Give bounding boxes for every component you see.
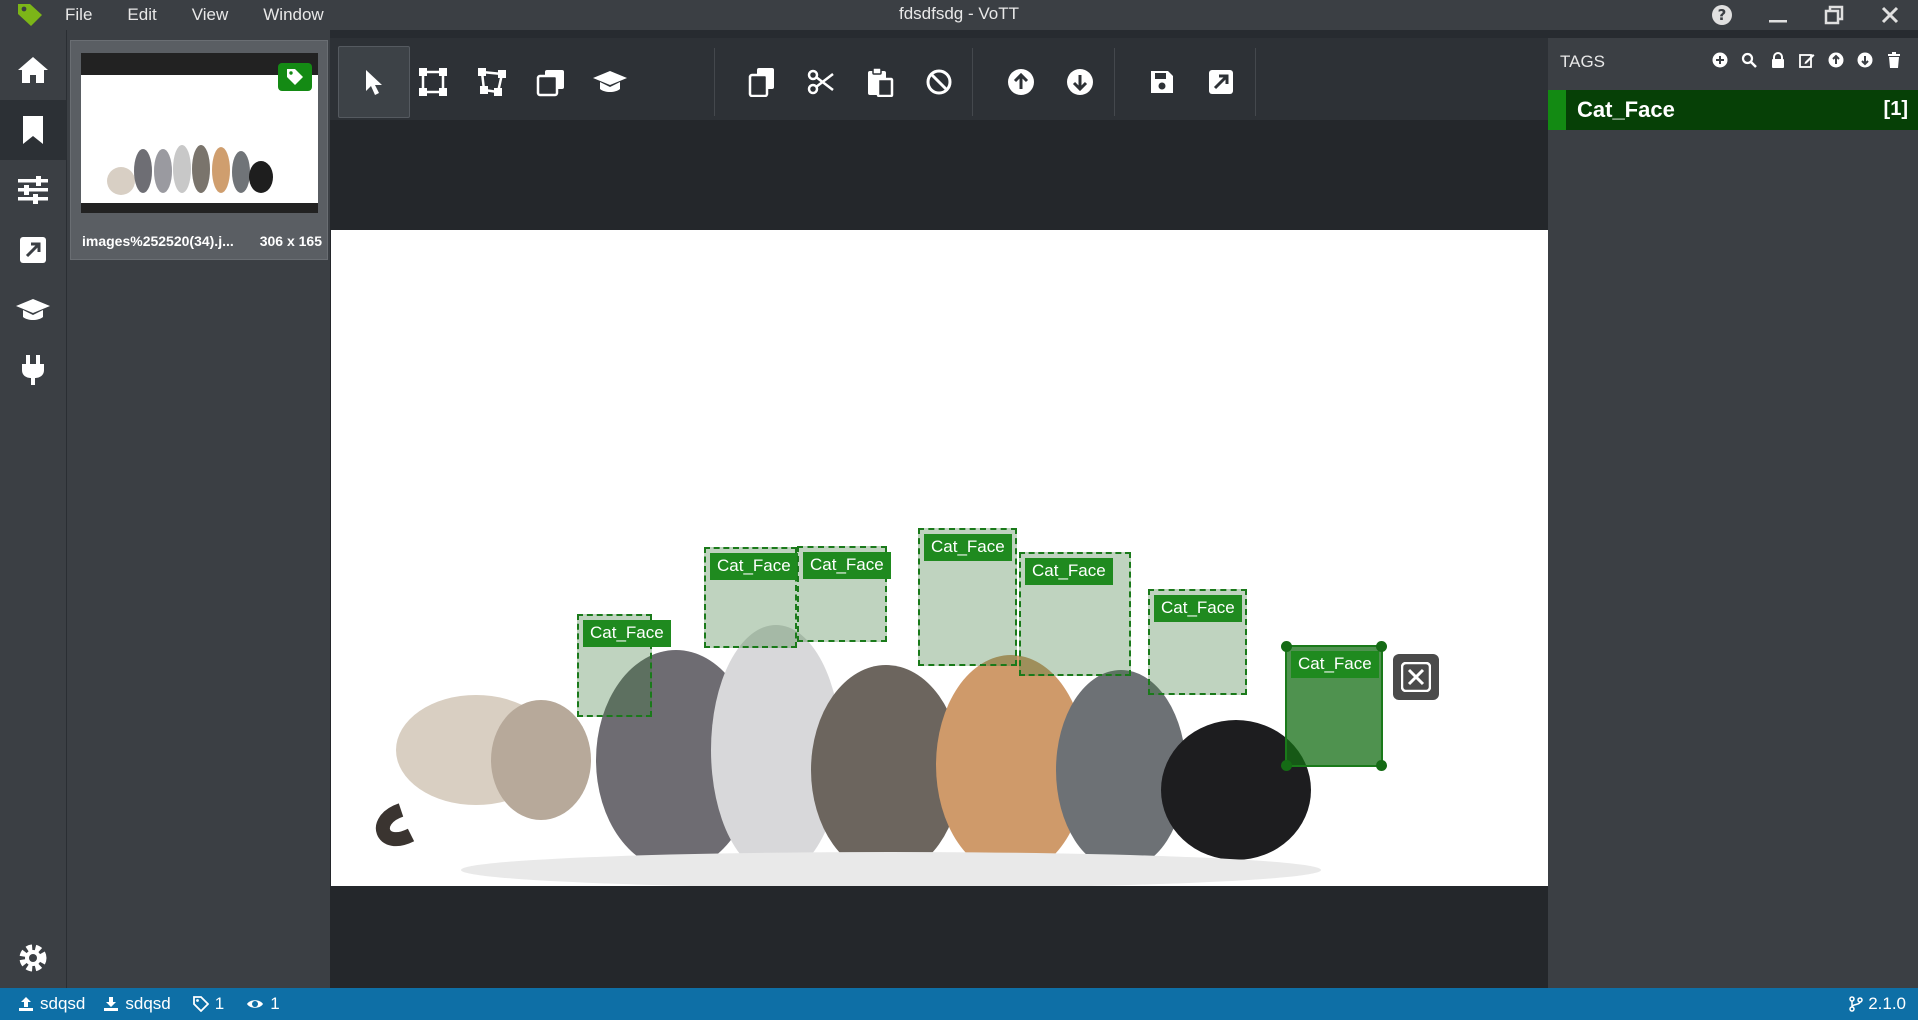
search-icon[interactable] [1734, 52, 1763, 68]
pointer-icon [366, 70, 382, 95]
lock-icon[interactable] [1763, 52, 1792, 68]
asset-thumbnail-image [81, 53, 318, 213]
close-icon [1401, 662, 1431, 692]
target-connection: sdqsd [103, 994, 171, 1014]
region-tag-label: Cat_Face [924, 534, 1012, 561]
svg-text:?: ? [1718, 6, 1727, 24]
next-asset-button[interactable] [1044, 46, 1116, 118]
tagged-badge [278, 63, 312, 91]
tag-icon [287, 69, 303, 85]
region-box[interactable]: Cat_Face [577, 614, 671, 717]
image-canvas[interactable]: Cat_Face Cat_Face Cat_Face Cat_Face Cat_… [331, 230, 1548, 886]
region-tag-label: Cat_Face [583, 620, 671, 647]
previous-asset-icon [1008, 69, 1034, 95]
region-tag-label: Cat_Face [803, 552, 891, 579]
tag-item[interactable]: Cat_Face [1] [1548, 90, 1918, 130]
save-icon [1151, 71, 1173, 93]
menu-bar: File Edit View Window [65, 0, 359, 30]
minimize-button[interactable] [1750, 0, 1806, 30]
delete-icon[interactable] [1879, 52, 1908, 68]
asset-caption: images%252520(34).j... 306 x 165 [82, 233, 322, 249]
source-connection: sdqsd [18, 994, 85, 1014]
export-icon [1209, 70, 1233, 94]
resize-handle[interactable] [1376, 641, 1387, 652]
export-project-button[interactable] [1185, 46, 1257, 118]
move-down-icon[interactable] [1850, 52, 1879, 68]
region-tag-label: Cat_Face [1291, 651, 1379, 678]
clear-icon [926, 69, 952, 95]
close-window-button[interactable] [1862, 0, 1918, 30]
region-box-selected[interactable]: Cat_Face [1281, 641, 1387, 771]
upload-icon [19, 997, 33, 1011]
region-tag-label: Cat_Face [1025, 558, 1113, 585]
export-icon [20, 237, 46, 263]
asset-preview-panel: images%252520(34).j... 306 x 165 [66, 30, 330, 988]
paste-icon [868, 67, 894, 97]
active-learning-icon [593, 71, 627, 92]
menu-edit[interactable]: Edit [127, 5, 156, 25]
asset-dimensions: 306 x 165 [259, 233, 322, 249]
edit-icon[interactable] [1792, 52, 1821, 68]
tags-panel-title: TAGS [1560, 52, 1606, 71]
region-box[interactable]: Cat_Face [704, 547, 798, 648]
visited-count: 1 [246, 994, 280, 1014]
menu-view[interactable]: View [192, 5, 229, 25]
tag-name: Cat_Face [1577, 97, 1675, 122]
sidebar-item-app-settings[interactable] [0, 928, 66, 988]
sliders-icon [18, 176, 48, 204]
tag-icon [192, 996, 209, 1012]
home-icon [18, 57, 48, 83]
region-tag-label: Cat_Face [1154, 595, 1242, 622]
cut-icon [807, 69, 834, 95]
asset-thumbnail[interactable]: images%252520(34).j... 306 x 165 [70, 40, 328, 260]
active-learning-button[interactable] [574, 46, 646, 118]
resize-handle[interactable] [1281, 760, 1292, 771]
region-box[interactable]: Cat_Face [1019, 552, 1131, 676]
vott-logo-icon [16, 2, 44, 28]
sidebar-item-active-learning[interactable] [0, 280, 66, 340]
region-tag-label: Cat_Face [710, 553, 798, 580]
tag-shortcut: [1] [1883, 98, 1908, 120]
polygon-icon [478, 68, 506, 96]
region-box[interactable]: Cat_Face [797, 546, 891, 642]
delete-region-button[interactable] [1393, 654, 1439, 700]
tags-panel: TAGS Cat_Face [1] [1548, 38, 1918, 988]
sidebar-item-settings[interactable] [0, 160, 66, 220]
region-box[interactable]: Cat_Face [918, 528, 1017, 666]
plug-icon [22, 355, 44, 385]
next-asset-icon [1067, 69, 1093, 95]
branch-icon [1849, 996, 1863, 1012]
add-tag-icon[interactable] [1705, 52, 1734, 68]
menu-window[interactable]: Window [263, 5, 323, 25]
graduation-cap-icon [16, 299, 50, 320]
sidebar-item-connections[interactable] [0, 340, 66, 400]
gear-icon [19, 944, 47, 972]
clear-regions-button[interactable] [903, 46, 975, 118]
sidebar-item-editor[interactable] [0, 100, 66, 160]
tagged-count: 1 [192, 994, 224, 1014]
rectangle-icon [419, 68, 447, 96]
copy-icon [748, 68, 774, 97]
move-up-icon[interactable] [1821, 52, 1850, 68]
bookmark-icon [23, 116, 43, 144]
title-bar: File Edit View Window fdsdfsdg - VoTT ? [0, 0, 1918, 30]
sidebar-item-home[interactable] [0, 40, 66, 100]
help-icon[interactable]: ? [1694, 0, 1750, 30]
editor-toolbar [330, 38, 1548, 120]
main-sidebar [0, 30, 66, 988]
resize-handle[interactable] [1376, 760, 1387, 771]
eye-icon [247, 1000, 264, 1008]
menu-file[interactable]: File [65, 5, 92, 25]
restore-button[interactable] [1806, 0, 1862, 30]
resize-handle[interactable] [1281, 641, 1292, 652]
app-version: 2.1.0 [1849, 994, 1906, 1014]
sidebar-item-export[interactable] [0, 220, 66, 280]
download-icon [104, 997, 119, 1011]
region-box[interactable]: Cat_Face [1148, 589, 1247, 695]
asset-filename: images%252520(34).j... [82, 233, 234, 249]
status-bar: sdqsd sdqsd 1 1 2.1.0 [0, 988, 1918, 1020]
copy-rectangle-icon [536, 70, 564, 97]
